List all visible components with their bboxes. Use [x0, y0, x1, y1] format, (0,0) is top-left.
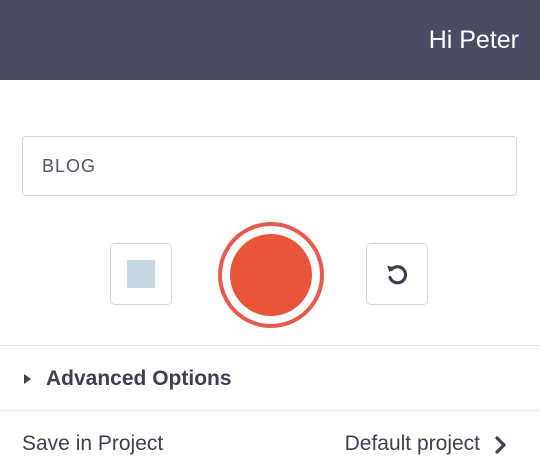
user-greeting[interactable]: Hi Peter [429, 24, 519, 56]
advanced-options-toggle[interactable]: Advanced Options [0, 346, 540, 410]
recording-name-input[interactable] [22, 136, 517, 196]
stop-button[interactable] [110, 243, 172, 305]
advanced-options-label: Advanced Options [46, 367, 232, 390]
selected-project: Default project [344, 432, 480, 455]
chevron-right-icon [495, 436, 506, 454]
rotate-ccw-icon [387, 265, 408, 285]
save-in-project-row[interactable]: Save in Project Default project [0, 411, 540, 471]
square-stop-icon [127, 260, 155, 288]
record-dot-icon [230, 234, 312, 316]
caret-right-icon [24, 374, 31, 384]
reset-button[interactable] [366, 243, 428, 305]
record-button[interactable] [218, 222, 324, 328]
save-in-project-label: Save in Project [22, 432, 164, 455]
top-bar: Hi Peter [0, 0, 540, 80]
